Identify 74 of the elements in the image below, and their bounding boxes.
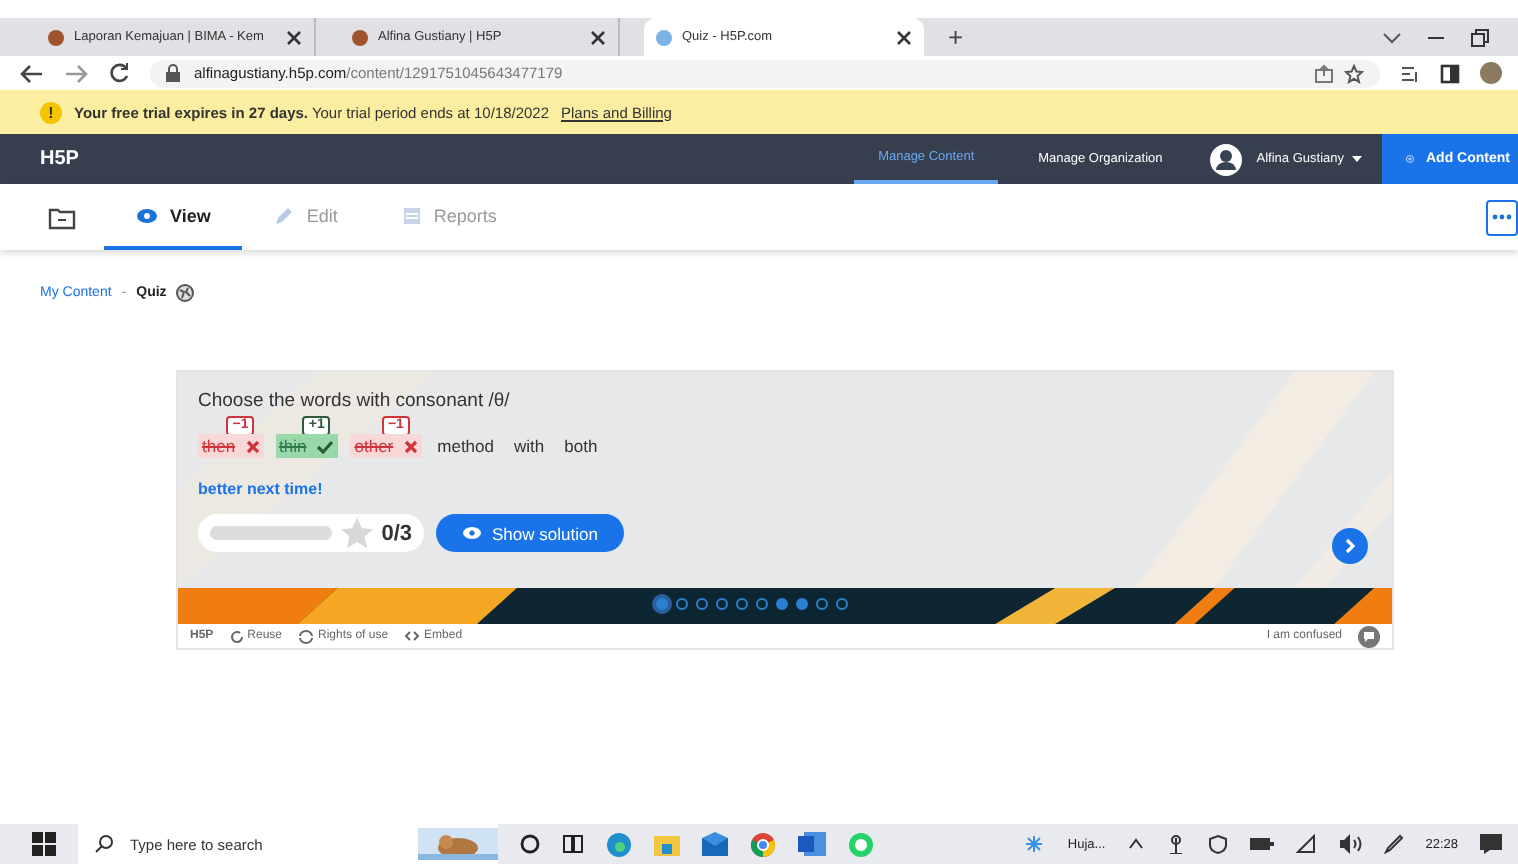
sidepanel-icon[interactable] <box>1440 63 1460 83</box>
close-icon[interactable] <box>590 29 606 45</box>
view-tab[interactable]: View <box>104 184 243 250</box>
chrome-icon[interactable] <box>750 831 776 857</box>
report-icon <box>401 205 422 225</box>
pen-icon[interactable] <box>1383 834 1404 854</box>
star-icon <box>339 516 374 550</box>
extensions-icon[interactable] <box>1400 63 1420 83</box>
search-icon <box>94 834 114 854</box>
wifi-icon[interactable] <box>1295 834 1316 854</box>
site-icon <box>48 29 64 45</box>
question-dot[interactable] <box>756 598 768 610</box>
back-icon[interactable] <box>20 63 44 83</box>
answer-word[interactable]: with <box>510 434 549 458</box>
question-dot[interactable] <box>656 598 668 610</box>
question-text: Choose the words with consonant /θ/ <box>198 390 512 412</box>
answer-word[interactable]: method <box>433 434 498 458</box>
question-dot[interactable] <box>716 598 728 610</box>
edge-icon[interactable] <box>606 831 632 857</box>
mail-icon[interactable] <box>702 832 728 856</box>
warning-icon: ! <box>40 101 62 123</box>
feedback-text: better next time! <box>198 480 325 498</box>
restore-icon[interactable] <box>1470 27 1490 47</box>
close-icon[interactable] <box>286 29 302 45</box>
word-icon[interactable] <box>798 832 826 856</box>
check-icon <box>316 439 335 453</box>
user-icon <box>1210 143 1243 175</box>
star-icon[interactable] <box>1344 63 1364 83</box>
cortana-icon[interactable] <box>520 834 540 854</box>
forward-icon[interactable] <box>64 63 88 83</box>
h5p-logo[interactable]: H5P <box>40 148 79 170</box>
question-dot[interactable] <box>676 598 688 610</box>
eye-icon <box>136 207 158 223</box>
profile-avatar[interactable] <box>1480 62 1502 84</box>
reload-icon[interactable] <box>108 62 130 84</box>
score-text: 0/3 <box>381 521 412 545</box>
weather-icon[interactable] <box>1021 832 1046 856</box>
lock-icon <box>166 64 180 82</box>
reuse-icon <box>229 629 244 643</box>
new-tab-button[interactable]: + <box>948 22 964 52</box>
site-icon <box>656 29 672 45</box>
share-icon[interactable] <box>1314 63 1334 83</box>
pencil-icon <box>274 205 295 225</box>
cross-icon <box>403 439 418 453</box>
notification-icon[interactable] <box>1480 834 1502 854</box>
answer-word[interactable]: both <box>560 434 602 458</box>
cycle-icon <box>298 629 315 643</box>
question-dot[interactable] <box>696 598 708 610</box>
task-view-icon[interactable] <box>562 834 584 854</box>
chevron-right-icon <box>1344 538 1356 554</box>
shield-icon[interactable] <box>1207 834 1228 854</box>
more-button[interactable] <box>1486 199 1518 235</box>
battery-icon[interactable] <box>1249 836 1274 852</box>
globe-icon <box>176 284 195 302</box>
answer-word[interactable]: other <box>350 434 422 458</box>
site-icon <box>352 29 368 45</box>
code-icon <box>404 630 421 642</box>
chevron-icon[interactable] <box>1382 29 1402 45</box>
question-dot[interactable] <box>836 598 848 610</box>
eye-icon <box>462 526 482 540</box>
windows-icon[interactable] <box>32 832 56 856</box>
question-dot[interactable] <box>736 598 748 610</box>
question-dot[interactable] <box>816 598 828 610</box>
speaker-icon[interactable] <box>1337 834 1362 854</box>
dots-icon <box>1492 214 1512 220</box>
folder-icon[interactable] <box>48 205 76 229</box>
close-icon[interactable] <box>896 29 912 45</box>
answer-word[interactable]: then <box>198 434 264 458</box>
cross-icon <box>245 439 260 453</box>
show-solution-button[interactable]: Show solution <box>436 514 624 552</box>
network-icon[interactable] <box>1165 834 1186 854</box>
chat-icon[interactable] <box>1358 625 1380 647</box>
caret-icon[interactable] <box>1352 156 1362 162</box>
chevron-up-icon[interactable] <box>1127 838 1144 850</box>
